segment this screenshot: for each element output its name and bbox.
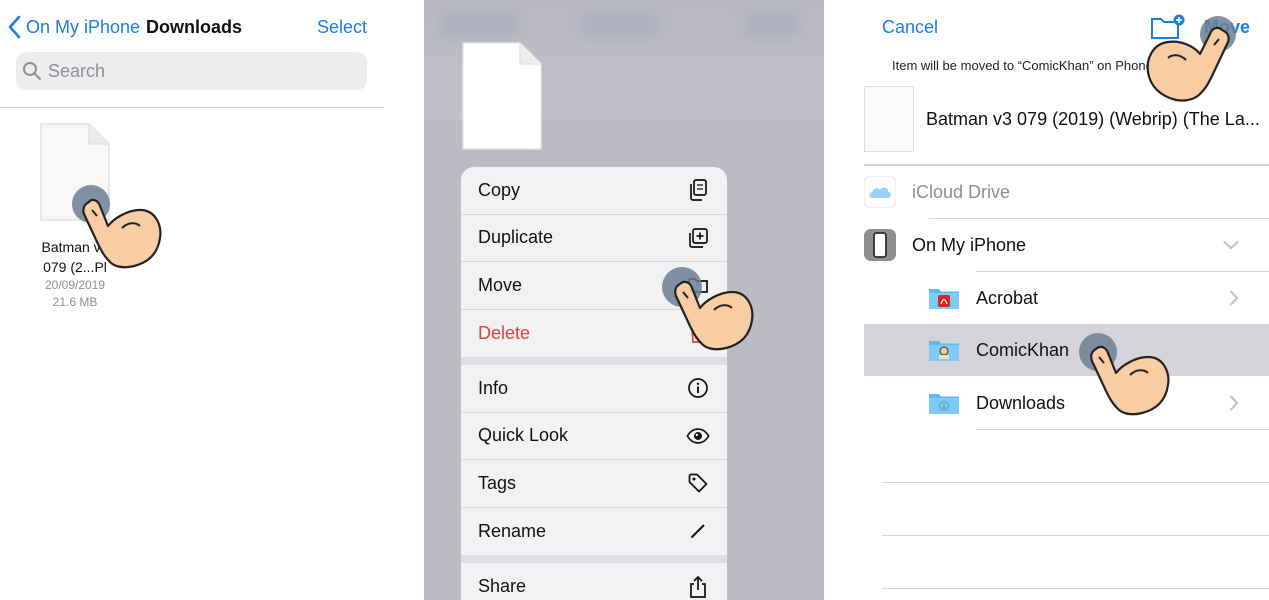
pencil-icon [686, 519, 710, 543]
tag-icon [686, 471, 710, 495]
new-folder-icon [1151, 14, 1185, 39]
divider [882, 535, 1269, 536]
search-placeholder: Search [48, 60, 106, 81]
duplicate-icon [686, 226, 710, 250]
location-label: On My iPhone [912, 234, 1027, 255]
menu-item-tags[interactable]: Tags [461, 460, 727, 508]
file-date: 20/09/2019 [44, 278, 106, 292]
context-menu: Copy Duplicate Move Delete Info Quick Lo… [461, 167, 727, 600]
cloud-icon [864, 176, 896, 208]
menu-item-duplicate[interactable]: Duplicate [461, 215, 727, 262]
menu-item-share[interactable]: Share [461, 563, 727, 600]
share-icon [686, 575, 710, 599]
menu-item-copy[interactable]: Copy [461, 167, 727, 215]
location-label: ComicKhan [976, 339, 1070, 360]
menu-item-move[interactable]: Move [461, 262, 727, 310]
move-notice: Item will be moved to “ComicKhan” on Pho… [892, 58, 1157, 73]
menu-item-label: Move [478, 274, 523, 295]
file-size: 21.6 MB [52, 295, 98, 309]
downloads-folder-icon [929, 394, 959, 414]
menu-item-label: Duplicate [478, 227, 554, 248]
back-button[interactable]: On My iPhone [8, 14, 140, 40]
move-destination-panel: Cancel Move Item will be moved to “Comic… [824, 0, 1269, 600]
divider [976, 429, 1269, 430]
chevron-left-icon [8, 15, 21, 39]
menu-item-quick-look[interactable]: Quick Look [461, 413, 727, 460]
menu-separator [461, 357, 727, 365]
document-thumbnail [864, 86, 914, 152]
new-folder-button[interactable] [1150, 13, 1186, 46]
menu-item-delete[interactable]: Delete [461, 310, 727, 358]
location-on-my-iphone[interactable]: On My iPhone [864, 219, 1269, 271]
search-icon [23, 62, 41, 80]
divider [882, 588, 1269, 589]
search-input[interactable]: Search [16, 52, 367, 90]
location-label: Acrobat [976, 287, 1039, 308]
menu-item-label: Quick Look [478, 425, 569, 446]
context-menu-panel: Copy Duplicate Move Delete Info Quick Lo… [424, 0, 824, 600]
move-button[interactable]: Move [1204, 17, 1250, 38]
document-preview-icon [460, 40, 544, 157]
chevron-down-icon [1223, 240, 1239, 250]
menu-item-label: Rename [478, 520, 547, 541]
divider [882, 482, 1269, 483]
select-button[interactable]: Select [317, 17, 367, 38]
location-icloud-drive[interactable]: iCloud Drive [864, 166, 1269, 218]
location-label: iCloud Drive [912, 181, 1011, 202]
folder-icon [686, 273, 710, 297]
menu-item-rename[interactable]: Rename [461, 508, 727, 556]
file-name-line2: 079 (2...Pl [43, 259, 107, 275]
divider [0, 107, 384, 108]
menu-item-label: Info [478, 377, 509, 398]
trash-icon [686, 321, 710, 345]
info-icon [686, 376, 710, 400]
location-downloads[interactable]: Downloads [864, 377, 1269, 429]
location-comickhan[interactable]: ComicKhan [864, 324, 1269, 376]
menu-item-label: Share [478, 576, 527, 597]
chevron-right-icon [1229, 395, 1239, 411]
comickhan-folder-icon [929, 341, 959, 361]
file-name-line1: Batman v3 [41, 239, 109, 255]
moving-item-name: Batman v3 079 (2019) (Webrip) (The La... [926, 108, 1260, 129]
iphone-icon [864, 229, 896, 261]
back-label: On My iPhone [26, 16, 141, 37]
menu-item-info[interactable]: Info [461, 365, 727, 413]
eye-icon [686, 424, 710, 448]
location-label: Downloads [976, 392, 1066, 413]
menu-item-label: Copy [478, 179, 521, 200]
cancel-button[interactable]: Cancel [882, 17, 938, 38]
files-browser-panel: On My iPhone Downloads Select Search Bat… [0, 0, 424, 600]
moving-item: Batman v3 079 (2019) (Webrip) (The La... [864, 86, 1269, 152]
document-icon [20, 122, 130, 227]
location-acrobat[interactable]: Acrobat [864, 272, 1269, 324]
page-title: Downloads [146, 17, 243, 37]
file-item[interactable]: Batman v3 079 (2...Pl 20/09/2019 21.6 MB [20, 122, 130, 311]
menu-separator [461, 555, 727, 563]
menu-item-label: Tags [478, 472, 517, 493]
copy-icon [686, 178, 710, 202]
chevron-right-icon [1229, 290, 1239, 306]
menu-item-label: Delete [478, 322, 531, 343]
acrobat-folder-icon [929, 289, 959, 309]
